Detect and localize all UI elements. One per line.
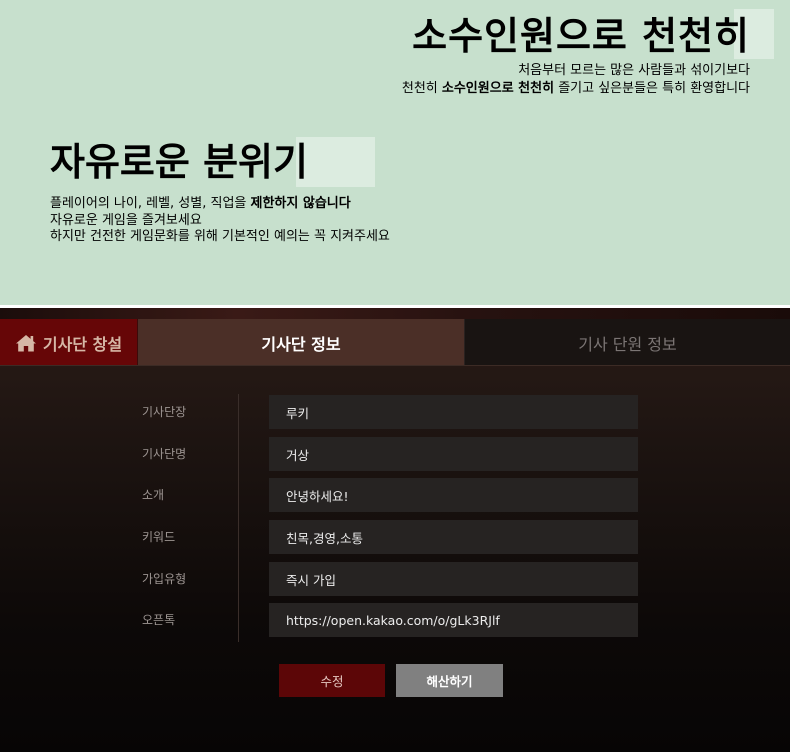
tab-underline (0, 365, 790, 366)
guild-name-field[interactable] (269, 437, 638, 471)
field-label: 키워드 (142, 530, 176, 544)
intro-title-free-atmosphere: 자유로운 분위기 (50, 140, 308, 184)
field-label: 오픈톡 (142, 613, 176, 627)
intro-text-line: 자유로운 게임을 즐겨보세요 (50, 212, 202, 228)
form-row-join-type: 가입유형 (0, 561, 790, 597)
text-span: 즐기고 싶은분들은 특히 환영합니다 (554, 81, 750, 96)
tab-guild-info[interactable]: 기사단 정보 (138, 319, 464, 366)
text-span: 천천히 (401, 81, 442, 96)
intro-text-line: 처음부터 모르는 많은 사람들과 섞이기보다 (518, 63, 750, 78)
form-row-name: 기사단명 (0, 436, 790, 472)
home-icon (15, 334, 36, 351)
form-row-keywords: 키워드 (0, 519, 790, 555)
emphasis-text: 소수인원으로 천천히 (441, 81, 555, 96)
guild-intro-field[interactable] (269, 478, 638, 512)
tab-label: 기사단 창설 (42, 334, 123, 354)
field-label: 소개 (142, 488, 165, 502)
intro-section: 소수인원으로 천천히 처음부터 모르는 많은 사람들과 섞이기보다 천천히 소수… (0, 0, 790, 305)
intro-title-small-group: 소수인원으로 천천히 (412, 14, 750, 58)
intro-text-line: 플레이어의 나이, 레벨, 성별, 직업을 제한하지 않습니다 (50, 196, 390, 213)
tab-label: 기사단 정보 (261, 334, 341, 354)
guild-panel: 기사단 창설 기사단 정보 기사 단원 정보 기사단장 기사단명 소개 키워드 … (0, 308, 790, 752)
field-label: 기사단장 (142, 405, 187, 419)
form-row-open-chat: 오픈톡 (0, 602, 790, 638)
intro-text-line: 하지만 건전한 게임문화를 위해 기본적인 예의는 꼭 지켜주세요 (50, 229, 390, 244)
join-type-field[interactable] (269, 562, 638, 596)
tab-guild-members[interactable]: 기사 단원 정보 (464, 319, 790, 366)
intro-free-atmosphere-block: 자유로운 분위기 플레이어의 나이, 레벨, 성별, 직업을 제한하지 않습니다… (50, 140, 390, 246)
guild-leader-field[interactable] (269, 395, 638, 429)
guild-keywords-field[interactable] (269, 520, 638, 554)
panel-top-strip (0, 308, 790, 319)
field-label: 가입유형 (142, 572, 187, 586)
intro-small-group-block: 소수인원으로 천천히 처음부터 모르는 많은 사람들과 섞이기보다 천천히 소수… (402, 14, 750, 98)
emphasis-text: 제한하지 않습니다 (250, 196, 351, 211)
text-span: 플레이어의 나이, 레벨, 성별, 직업을 (50, 196, 251, 211)
edit-button[interactable]: 수정 (279, 664, 385, 697)
guild-tabs: 기사단 창설 기사단 정보 기사 단원 정보 (0, 319, 790, 366)
tab-label: 기사 단원 정보 (578, 334, 677, 354)
field-label: 기사단명 (142, 447, 187, 461)
form-row-leader: 기사단장 (0, 394, 790, 430)
open-chat-link-field[interactable] (269, 603, 638, 637)
tab-guild-create[interactable]: 기사단 창설 (0, 319, 138, 366)
form-row-intro: 소개 (0, 477, 790, 513)
intro-text-line: 천천히 소수인원으로 천천히 즐기고 싶은분들은 특히 환영합니다 (402, 80, 750, 98)
disband-button[interactable]: 해산하기 (396, 664, 503, 697)
